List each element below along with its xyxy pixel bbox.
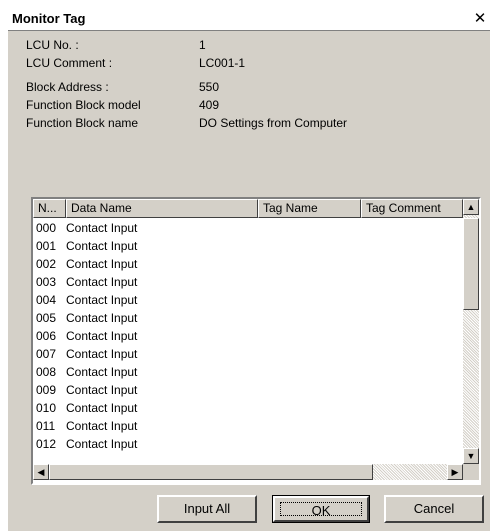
- row-data-name: Contact Input: [66, 275, 138, 289]
- column-header-tag-name[interactable]: Tag Name: [258, 199, 361, 218]
- row-number: 000: [36, 221, 57, 235]
- row-number: 007: [36, 347, 57, 361]
- vertical-scrollbar[interactable]: ▲ ▼: [463, 199, 479, 464]
- scroll-left-icon[interactable]: ◀: [33, 464, 49, 480]
- table-row[interactable]: 010 Contact Input: [33, 401, 463, 415]
- scroll-up-icon[interactable]: ▲: [463, 199, 479, 215]
- row-number: 005: [36, 311, 57, 325]
- monitor-tag-dialog: Monitor Tag ✕ LCU No. : 1 LCU Comment : …: [7, 7, 490, 531]
- title-bar[interactable]: Monitor Tag ✕: [8, 8, 490, 31]
- row-number: 003: [36, 275, 57, 289]
- table-row[interactable]: 000 Contact Input: [33, 221, 463, 235]
- row-data-name: Contact Input: [66, 311, 138, 325]
- row-data-name: Contact Input: [66, 401, 138, 415]
- row-number: 012: [36, 437, 57, 451]
- scroll-down-icon[interactable]: ▼: [463, 448, 479, 464]
- block-address-label: Block Address :: [26, 80, 109, 94]
- lcu-comment-value: LC001-1: [199, 56, 246, 70]
- ok-button-label: OK: [280, 502, 362, 518]
- table-row[interactable]: 006 Contact Input: [33, 329, 463, 343]
- column-header-tag-comment[interactable]: Tag Comment: [361, 199, 463, 218]
- ok-button-bevel: OK: [273, 496, 369, 522]
- lcu-no-value: 1: [199, 38, 206, 52]
- row-data-name: Contact Input: [66, 329, 138, 343]
- ok-button[interactable]: OK: [272, 495, 370, 523]
- input-all-button[interactable]: Input All: [157, 495, 257, 523]
- row-data-name: Contact Input: [66, 437, 138, 451]
- row-number: 006: [36, 329, 57, 343]
- row-data-name: Contact Input: [66, 257, 138, 271]
- table-row[interactable]: 004 Contact Input: [33, 293, 463, 307]
- row-number: 004: [36, 293, 57, 307]
- table-row[interactable]: 003 Contact Input: [33, 275, 463, 289]
- row-number: 008: [36, 365, 57, 379]
- horizontal-scroll-thumb[interactable]: [49, 464, 373, 480]
- close-icon[interactable]: ✕: [471, 10, 489, 28]
- row-data-name: Contact Input: [66, 347, 138, 361]
- vertical-scroll-thumb[interactable]: [463, 218, 479, 310]
- horizontal-scrollbar[interactable]: ◀ ▶: [33, 464, 463, 480]
- table-row[interactable]: 011 Contact Input: [33, 419, 463, 433]
- row-number: 009: [36, 383, 57, 397]
- table-row[interactable]: 002 Contact Input: [33, 257, 463, 271]
- lcu-no-label: LCU No. :: [26, 38, 79, 52]
- row-data-name: Contact Input: [66, 239, 138, 253]
- fb-name-label: Function Block name: [26, 116, 139, 130]
- row-number: 001: [36, 239, 57, 253]
- table-row[interactable]: 005 Contact Input: [33, 311, 463, 325]
- row-data-name: Contact Input: [66, 419, 138, 433]
- table-row[interactable]: 009 Contact Input: [33, 383, 463, 397]
- table-row[interactable]: 012 Contact Input: [33, 437, 463, 451]
- scrollbar-corner: [463, 464, 479, 480]
- window-title: Monitor Tag: [12, 11, 86, 26]
- row-data-name: Contact Input: [66, 293, 138, 307]
- block-address-value: 550: [199, 80, 220, 94]
- row-data-name: Contact Input: [66, 383, 138, 397]
- column-header-data-name[interactable]: Data Name: [66, 199, 258, 218]
- column-header-number[interactable]: N...: [33, 199, 66, 218]
- fb-name-value: DO Settings from Computer: [199, 116, 348, 130]
- table-row[interactable]: 001 Contact Input: [33, 239, 463, 253]
- row-number: 011: [36, 419, 56, 433]
- lcu-comment-label: LCU Comment :: [26, 56, 113, 70]
- row-data-name: Contact Input: [66, 365, 138, 379]
- data-list-view[interactable]: N... Data Name Tag Name Tag Comment 000 C…: [31, 197, 481, 485]
- row-data-name: Contact Input: [66, 221, 138, 235]
- table-rows: 000 Contact Input 001 Contact Input 002 Conta…: [33, 218, 463, 462]
- cancel-button[interactable]: Cancel: [384, 495, 484, 523]
- table-row[interactable]: 007 Contact Input: [33, 347, 463, 361]
- fb-model-value: 409: [199, 98, 220, 112]
- row-number: 010: [36, 401, 57, 415]
- scroll-right-icon[interactable]: ▶: [447, 464, 463, 480]
- table-row[interactable]: 008 Contact Input: [33, 365, 463, 379]
- row-number: 002: [36, 257, 57, 271]
- fb-model-label: Function Block model: [26, 98, 141, 112]
